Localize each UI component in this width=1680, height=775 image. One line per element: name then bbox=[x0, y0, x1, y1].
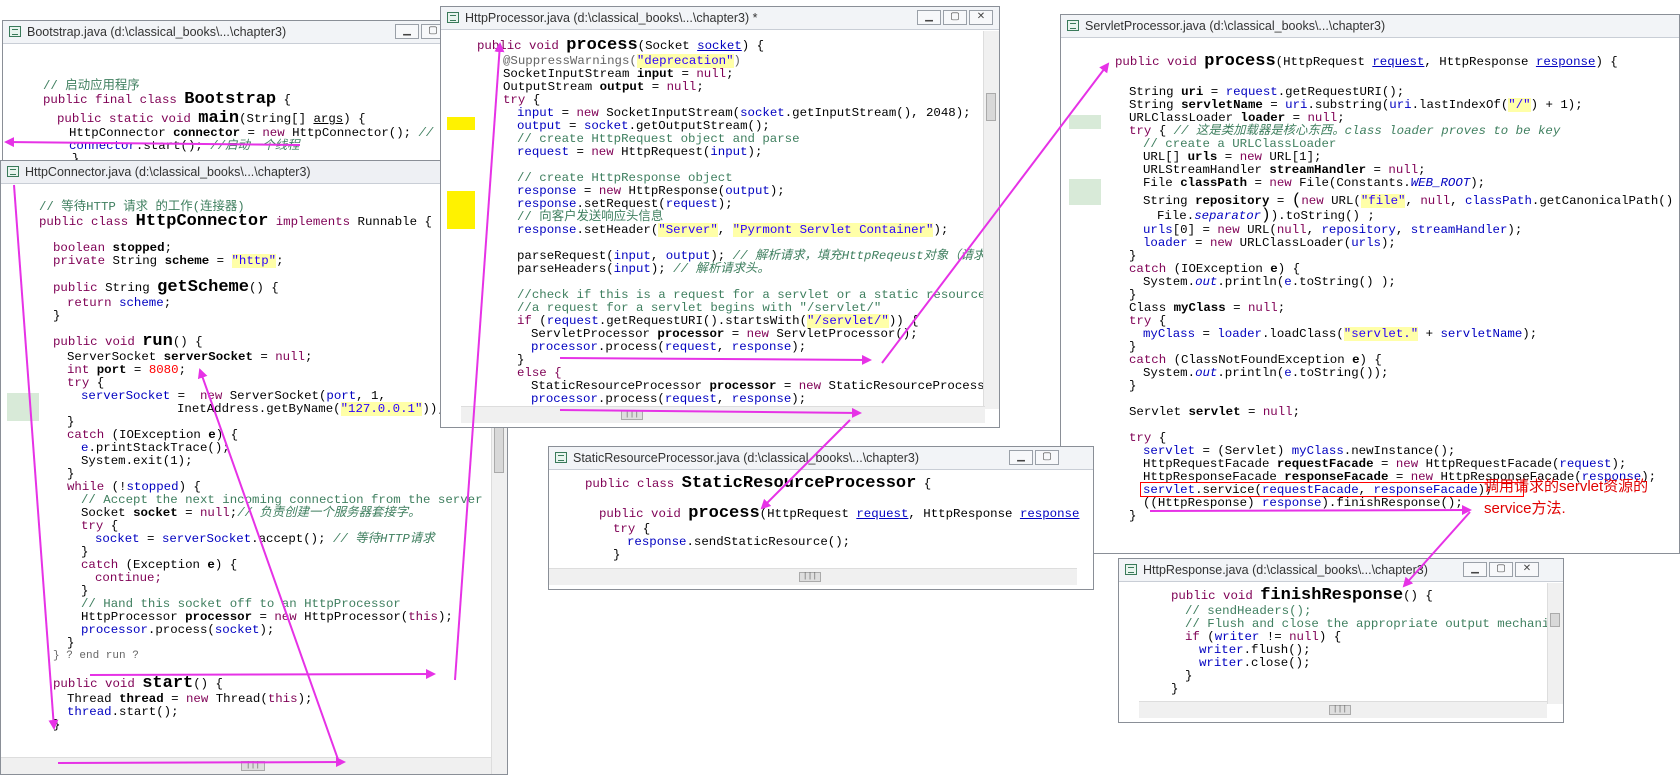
arrow-processor-process bbox=[89, 669, 436, 680]
arrow-to-httpprocessor bbox=[454, 42, 505, 681]
arrow-to-staticresource bbox=[760, 419, 851, 510]
arrow-start-to-method bbox=[13, 184, 59, 730]
arrow-to-servletprocessor bbox=[881, 62, 1110, 364]
arrow-servlet-branch bbox=[559, 354, 872, 365]
arrow-finish-response bbox=[1149, 505, 1472, 516]
arrow-thread-start bbox=[57, 757, 346, 768]
arrow-to-run bbox=[197, 368, 341, 766]
arrow-connector-start bbox=[4, 137, 301, 148]
call-flow-arrows bbox=[4, 42, 1472, 768]
arrow-static-branch bbox=[559, 407, 862, 418]
arrow-to-httpresponse bbox=[1402, 511, 1471, 588]
